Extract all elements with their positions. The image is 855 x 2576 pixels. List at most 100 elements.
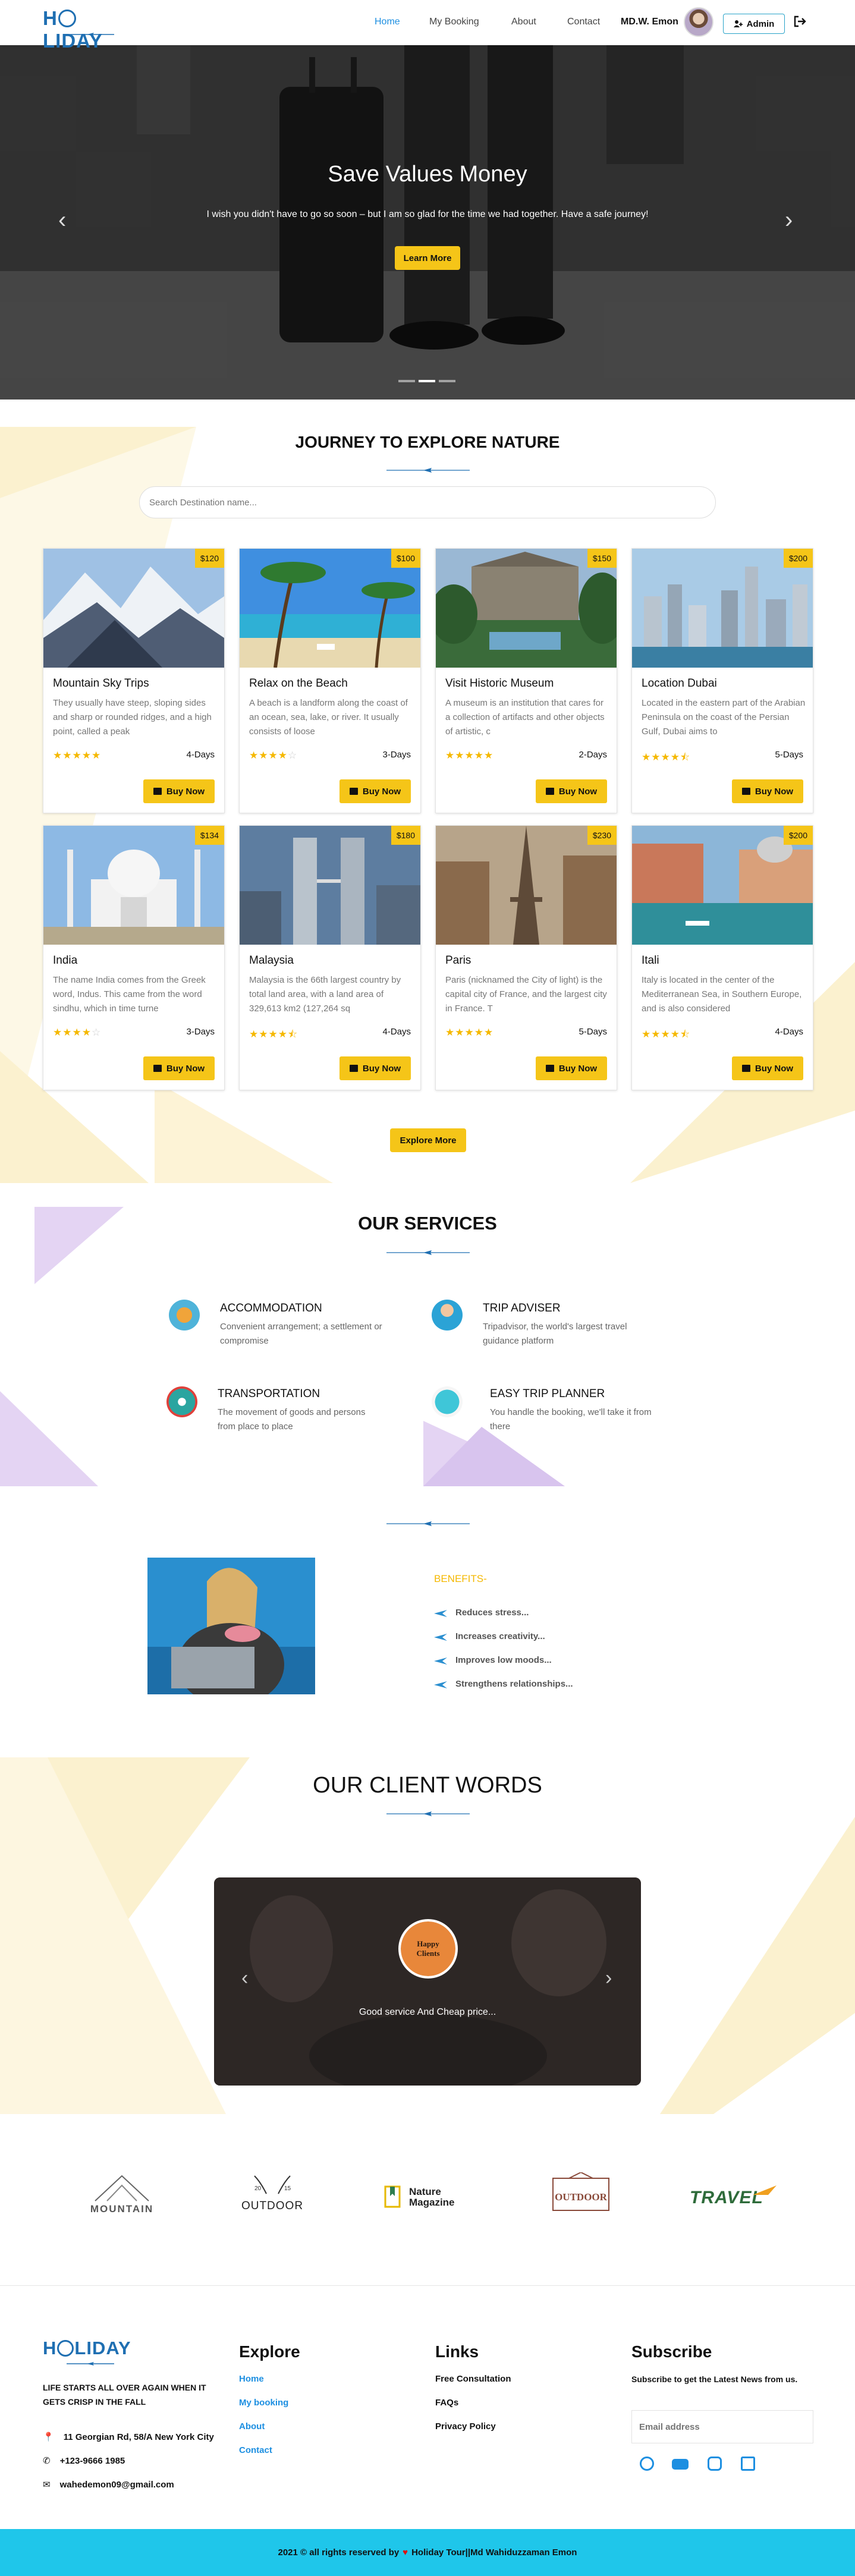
rating-stars: ★★★★⯪ (642, 1028, 691, 1040)
brand-nature-magazine: Nature Magazine (384, 2164, 473, 2223)
price-badge: $230 (587, 826, 617, 845)
rating-stars: ★★★★☆ (249, 750, 298, 761)
links-heading: Links (435, 2342, 479, 2361)
subscribe-heading: Subscribe (631, 2342, 712, 2361)
carousel-next-icon[interactable]: › (785, 207, 793, 234)
rating-stars: ★★★★★ (53, 750, 102, 761)
ticket-icon (153, 1065, 162, 1072)
footer-logo[interactable]: H LIDAY (43, 2336, 132, 2372)
ticket-icon (741, 1065, 750, 1072)
carousel-indicator[interactable] (439, 380, 455, 382)
benefits-image (147, 1558, 315, 1694)
footer-link-home[interactable]: Home (239, 2374, 264, 2384)
buy-now-button[interactable]: Buy Now (143, 1056, 215, 1080)
destination-card: $120 Mountain Sky Trips They usually hav… (43, 548, 225, 813)
card-title: Malaysia (249, 954, 294, 967)
avatar[interactable] (684, 7, 713, 37)
card-title: Location Dubai (642, 677, 717, 690)
carousel-indicator[interactable] (398, 380, 415, 382)
nav-contact[interactable]: Contact (567, 17, 600, 27)
phone-text: +123-9666 1985 (59, 2455, 125, 2466)
instagram-icon[interactable] (708, 2457, 722, 2471)
plane-icon (434, 1657, 447, 1665)
buy-label: Buy Now (166, 1063, 205, 1074)
linkedin-icon[interactable] (741, 2457, 755, 2471)
nav-about[interactable]: About (511, 17, 536, 27)
card-days: 2-Days (579, 750, 607, 760)
subscribe-email-input[interactable] (631, 2410, 813, 2443)
card-title: Itali (642, 954, 659, 967)
price-badge: $150 (587, 549, 617, 568)
footer-link-contact[interactable]: Contact (239, 2445, 272, 2455)
card-title: Visit Historic Museum (445, 677, 554, 690)
buy-label: Buy Now (362, 786, 401, 797)
card-days: 5-Days (579, 1027, 607, 1037)
carousel-prev-icon[interactable]: ‹ (58, 207, 66, 234)
destination-card: $200 Location Dubai Located in the easte… (631, 548, 813, 813)
price-badge: $200 (783, 826, 813, 845)
buy-now-button[interactable]: Buy Now (143, 779, 215, 803)
footer-link-about[interactable]: About (239, 2421, 265, 2432)
brand-name: OUTDOOR (555, 2191, 607, 2203)
buy-now-button[interactable]: Buy Now (536, 1056, 607, 1080)
explore-more-button[interactable]: Explore More (390, 1128, 466, 1152)
logo[interactable]: HLIDAY (43, 6, 132, 52)
accommodation-icon (169, 1300, 200, 1331)
buy-now-button[interactable]: Buy Now (340, 779, 411, 803)
plane-icon (67, 2362, 114, 2366)
title-divider-plane-icon (386, 1811, 470, 1816)
hero-title: Save Values Money (328, 162, 527, 187)
brand-travel: TRAVEL (690, 2164, 779, 2223)
ticket-icon (349, 788, 358, 795)
testimonial-prev-icon[interactable]: ‹ (241, 1967, 248, 1990)
title-divider-plane-icon (386, 468, 470, 473)
footer-link-faqs[interactable]: FAQs (435, 2398, 458, 2408)
globe-icon (432, 1386, 463, 1417)
brand-outdoor: 20 15 OUTDOOR (237, 2164, 308, 2223)
phone-icon: ✆ (43, 2456, 51, 2466)
admin-button[interactable]: Admin (723, 14, 785, 34)
clients-title: OUR CLIENT WORDS (313, 1773, 542, 1798)
footer-address: 📍 11 Georgian Rd, 58/A New York City (43, 2432, 214, 2443)
card-description: Italy is located in the center of the Me… (642, 975, 802, 1014)
nav-my-booking[interactable]: My Booking (429, 17, 479, 27)
copyright-prefix: 2021 © all rights reserved by (278, 2547, 400, 2558)
rating-stars: ★★★★★ (445, 1027, 494, 1038)
youtube-icon[interactable] (672, 2459, 689, 2470)
price-badge: $100 (391, 549, 420, 568)
footer-link-my-booking[interactable]: My booking (239, 2398, 288, 2408)
buy-now-button[interactable]: Buy Now (536, 779, 607, 803)
transportation-icon (166, 1386, 197, 1417)
buy-label: Buy Now (755, 786, 794, 797)
benefit-text: Reduces stress... (455, 1608, 529, 1618)
card-days: 5-Days (775, 750, 803, 760)
buy-now-button[interactable]: Buy Now (340, 1056, 411, 1080)
testimonial-quote: Good service And Cheap price... (359, 2007, 496, 2017)
testimonial-next-icon[interactable]: › (605, 1967, 612, 1990)
card-description: Located in the eastern part of the Arabi… (642, 698, 806, 737)
user-plus-icon (733, 20, 743, 27)
subscribe-text: Subscribe to get the Latest News from us… (631, 2374, 798, 2384)
footer-tagline: LIFE STARTS ALL OVER AGAIN WHEN IT GETS … (43, 2383, 206, 2407)
rating-stars: ★★★★★ (445, 750, 494, 761)
logout-icon[interactable] (793, 14, 807, 29)
footer-email: ✉ wahedemon09@gmail.com (43, 2479, 174, 2490)
footer-link-free-consultation[interactable]: Free Consultation (435, 2374, 511, 2384)
search-destination-input[interactable] (139, 486, 716, 518)
plane-icon (434, 1609, 447, 1617)
buy-now-button[interactable]: Buy Now (732, 1056, 803, 1080)
buy-label: Buy Now (558, 1063, 598, 1074)
footer-link-privacy-policy[interactable]: Privacy Policy (435, 2421, 496, 2432)
price-badge: $120 (194, 549, 224, 568)
brand-outdoor-adventures: OUTDOOR (548, 2164, 614, 2223)
learn-more-button[interactable]: Learn More (395, 246, 460, 270)
nav-home[interactable]: Home (375, 17, 400, 27)
hero-subtitle: I wish you didn't have to go so soon – b… (206, 209, 649, 219)
buy-now-button[interactable]: Buy Now (732, 779, 803, 803)
card-days: 3-Days (186, 1027, 215, 1037)
footer-phone: ✆ +123-9666 1985 (43, 2455, 125, 2467)
carousel-indicator-active[interactable] (419, 380, 435, 382)
brand-name: Nature Magazine (409, 2186, 455, 2208)
destination-card: $150 Visit Historic Museum A museum is a… (435, 548, 617, 813)
facebook-icon[interactable] (640, 2457, 654, 2471)
